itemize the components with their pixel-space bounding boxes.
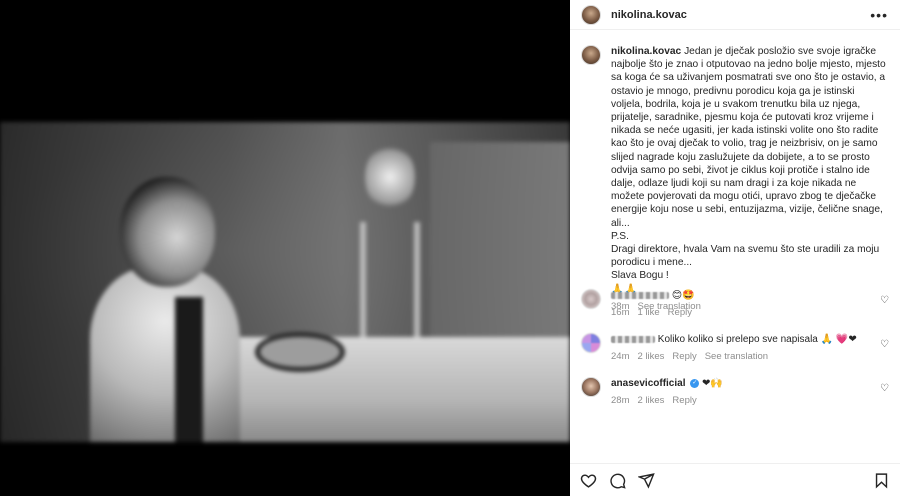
post-header: nikolina.kovac ••• xyxy=(570,0,900,30)
comment-time: 24m xyxy=(611,351,630,362)
heart-icon[interactable] xyxy=(580,472,597,489)
comment-text: 😊🤩 xyxy=(671,290,695,301)
comment-likes[interactable]: 2 likes xyxy=(637,350,664,363)
commenter-avatar[interactable] xyxy=(581,289,601,309)
comment-body: 😊🤩 16m 1 like Reply xyxy=(611,289,866,319)
comment-like-heart-icon[interactable]: ♡ xyxy=(880,383,889,394)
comment-likes[interactable]: 1 like xyxy=(637,306,659,319)
commenter-avatar[interactable] xyxy=(581,333,601,353)
commenter-username-blurred[interactable] xyxy=(611,335,655,343)
photo-child-body xyxy=(90,267,240,442)
comment-like-heart-icon[interactable]: ♡ xyxy=(880,295,889,306)
comment-icon[interactable] xyxy=(609,472,626,489)
comment-text: ❤🙌 xyxy=(702,378,723,389)
post-caption: nikolina.kovac Jedan je dječak posložio … xyxy=(570,31,900,313)
caption-text-block: nikolina.kovac Jedan je dječak posložio … xyxy=(611,45,886,230)
photo-child-head xyxy=(120,177,215,287)
commenter-avatar[interactable] xyxy=(581,377,601,397)
comment-text: Koliko koliko si prelepo sve napisala xyxy=(657,334,818,345)
comment-reply-button[interactable]: Reply xyxy=(668,306,692,319)
comment-meta: 16m 1 like Reply xyxy=(611,306,866,319)
comment-likes[interactable]: 2 likes xyxy=(637,394,664,407)
photo-strap xyxy=(175,297,203,442)
comment-see-translation[interactable]: See translation xyxy=(705,350,768,363)
caption-username[interactable]: nikolina.kovac xyxy=(611,46,681,57)
comments-list[interactable]: nikolina.kovac Jedan je dječak posložio … xyxy=(570,31,900,461)
comment-time: 28m xyxy=(611,395,630,406)
photo-flower xyxy=(365,142,415,212)
comment-reply-button[interactable]: Reply xyxy=(672,394,696,407)
comment-line: Koliko koliko si prelepo sve napisala 🙏 … xyxy=(611,333,866,346)
comment-item: Koliko koliko si prelepo sve napisala 🙏 … xyxy=(581,333,891,363)
verified-badge-icon: ✓ xyxy=(690,378,700,388)
comment-item: anasevicofficial ✓ ❤🙌 28m 2 likes Reply … xyxy=(581,377,891,407)
author-username[interactable]: nikolina.kovac xyxy=(611,9,687,21)
comment-reply-button[interactable]: Reply xyxy=(672,350,696,363)
caption-slava: Slava Bogu ! xyxy=(611,270,669,282)
comment-meta: 28m 2 likes Reply xyxy=(611,394,866,407)
comment-like-heart-icon[interactable]: ♡ xyxy=(880,339,889,350)
comment-body: anasevicofficial ✓ ❤🙌 28m 2 likes Reply xyxy=(611,377,866,407)
comment-line: 😊🤩 xyxy=(611,289,866,302)
caption-avatar[interactable] xyxy=(581,45,601,65)
comment-time: 16m xyxy=(611,307,630,318)
caption-thanks: Dragi direktore, hvala Vam na svemu što … xyxy=(611,244,883,269)
photo-dish xyxy=(255,332,345,372)
caption-body: nikolina.kovac Jedan je dječak posložio … xyxy=(611,45,886,313)
commenter-username-blurred[interactable] xyxy=(611,291,669,299)
author-avatar[interactable] xyxy=(581,4,601,25)
bookmark-icon[interactable] xyxy=(873,472,890,489)
comment-meta: 24m 2 likes Reply See translation xyxy=(611,350,866,363)
photo-table xyxy=(195,337,570,442)
comment-body: Koliko koliko si prelepo sve napisala 🙏 … xyxy=(611,333,866,363)
comment-line: anasevicofficial ✓ ❤🙌 xyxy=(611,377,866,390)
post-media xyxy=(0,0,570,496)
share-icon[interactable] xyxy=(638,472,655,489)
more-horizontal-icon[interactable]: ••• xyxy=(870,7,888,23)
post-photo[interactable] xyxy=(0,122,570,442)
caption-text: Jedan je dječak posložio sve svoje igrač… xyxy=(611,46,889,229)
caption-ps: P.S. xyxy=(611,230,629,242)
commenter-username[interactable]: anasevicofficial xyxy=(611,378,685,389)
comment-item: 😊🤩 16m 1 like Reply ♡ xyxy=(581,289,891,319)
post-actions-bar xyxy=(570,463,900,496)
comment-emoji: 🙏 💗❤ xyxy=(820,334,857,345)
post-side-panel: nikolina.kovac ••• nikolina.kovac Jedan … xyxy=(570,0,900,496)
